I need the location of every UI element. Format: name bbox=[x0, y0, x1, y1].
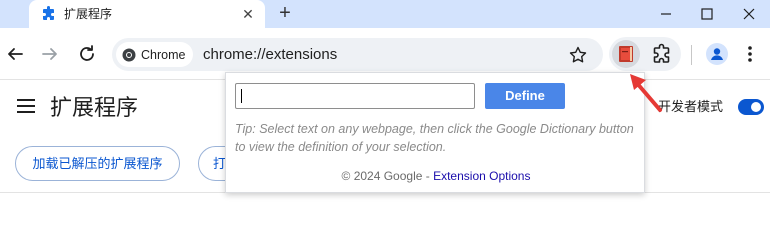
page-title: 扩展程序 bbox=[50, 95, 139, 120]
word-search-input[interactable] bbox=[235, 83, 475, 109]
dictionary-book-icon bbox=[619, 46, 633, 62]
reload-button[interactable] bbox=[76, 43, 98, 65]
new-tab-button[interactable]: + bbox=[274, 3, 296, 25]
tab-title: 扩展程序 bbox=[64, 7, 113, 21]
back-button[interactable] bbox=[4, 43, 26, 65]
hamburger-menu-icon[interactable] bbox=[17, 99, 35, 113]
copyright-text: © 2024 Google - bbox=[341, 169, 434, 183]
tab-close-button[interactable]: ✕ bbox=[239, 5, 257, 23]
define-button[interactable]: Define bbox=[485, 83, 565, 109]
toolbar-divider bbox=[691, 45, 692, 65]
developer-mode-label: 开发者模式 bbox=[658, 99, 724, 114]
tab-strip: 扩展程序 ✕ + bbox=[0, 0, 770, 28]
google-dictionary-button[interactable] bbox=[612, 40, 640, 68]
developer-mode-toggle[interactable] bbox=[738, 99, 764, 115]
site-info-chip[interactable]: Chrome bbox=[116, 42, 194, 67]
minimize-button[interactable] bbox=[656, 4, 676, 24]
extensions-area bbox=[609, 37, 681, 71]
usage-tip: Tip: Select text on any webpage, then cl… bbox=[235, 122, 634, 154]
tab-extensions[interactable]: 扩展程序 ✕ bbox=[29, 0, 265, 28]
extensions-menu-puzzle-icon[interactable] bbox=[651, 43, 673, 65]
popup-footer: © 2024 Google - Extension Options bbox=[226, 168, 646, 184]
kebab-menu-icon[interactable] bbox=[746, 43, 754, 65]
url-text[interactable]: chrome://extensions bbox=[203, 45, 337, 64]
forward-button[interactable] bbox=[39, 43, 61, 65]
address-bar[interactable]: Chrome chrome://extensions bbox=[112, 38, 603, 71]
close-window-button[interactable] bbox=[739, 4, 759, 24]
bookmark-star-icon[interactable] bbox=[568, 45, 588, 65]
annotation-arrow-icon bbox=[630, 74, 662, 112]
extension-options-link[interactable]: Extension Options bbox=[433, 169, 530, 183]
chrome-logo-icon bbox=[122, 48, 136, 61]
profile-avatar[interactable] bbox=[706, 43, 728, 65]
maximize-button[interactable] bbox=[697, 4, 717, 24]
puzzle-icon bbox=[43, 6, 54, 20]
person-icon bbox=[711, 48, 723, 60]
load-unpacked-button[interactable]: 加载已解压的扩展程序 bbox=[15, 146, 180, 181]
dictionary-popup: Define Tip: Select text on any webpage, … bbox=[225, 72, 645, 193]
text-caret bbox=[241, 89, 242, 103]
site-chip-label: Chrome bbox=[141, 47, 186, 62]
toggle-knob bbox=[751, 102, 761, 112]
